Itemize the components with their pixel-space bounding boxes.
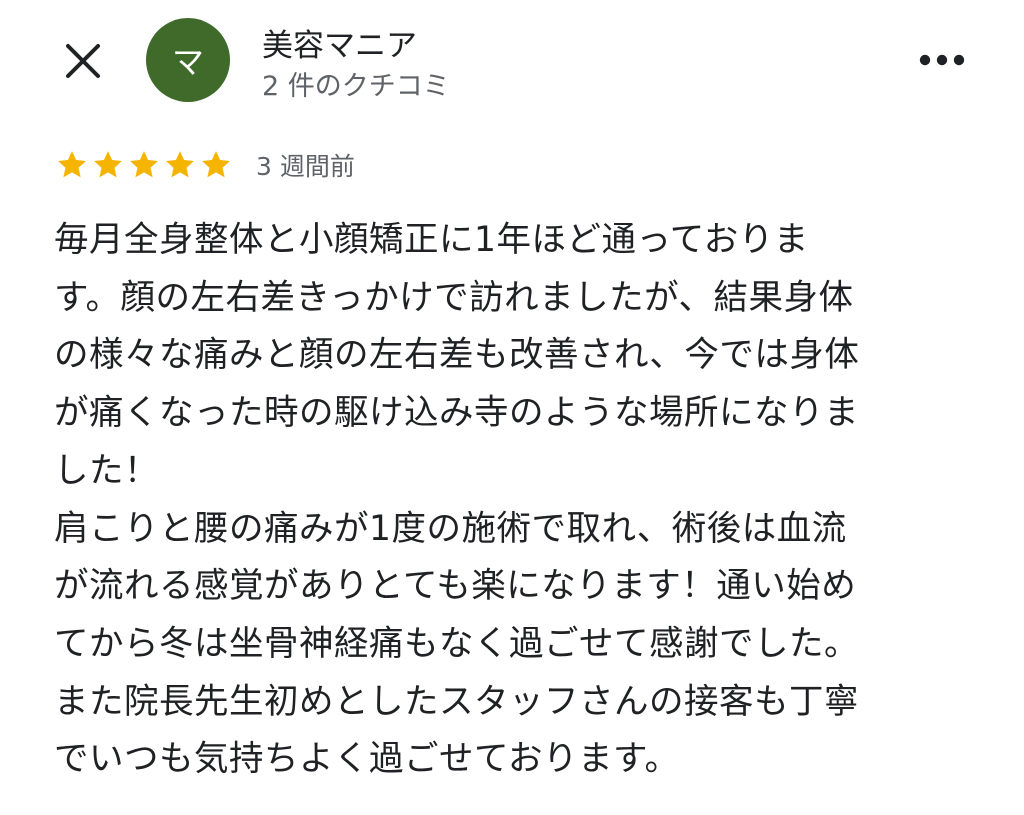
star-rating	[54, 148, 234, 182]
close-icon	[66, 44, 100, 78]
review-date: 3 週間前	[256, 152, 355, 181]
star-icon	[166, 151, 194, 178]
author-review-count: 2 件のクチコミ	[262, 71, 450, 102]
star-icon	[58, 151, 86, 178]
close-button[interactable]	[62, 40, 104, 82]
rating-row: 3 週間前	[54, 145, 355, 185]
star-icon	[94, 151, 122, 178]
avatar[interactable]: マ	[146, 18, 230, 102]
more-horizontal-icon	[919, 54, 965, 66]
star-icon	[202, 151, 230, 178]
more-options-button[interactable]	[912, 40, 972, 80]
star-icon	[130, 151, 158, 178]
author-name[interactable]: 美容マニア	[262, 20, 417, 65]
avatar-initial: マ	[171, 43, 204, 81]
review-text: 毎月全身整体と小顔矯正に1年ほど通っておりま す。顔の左右差きっかけで訪れました…	[54, 220, 860, 780]
